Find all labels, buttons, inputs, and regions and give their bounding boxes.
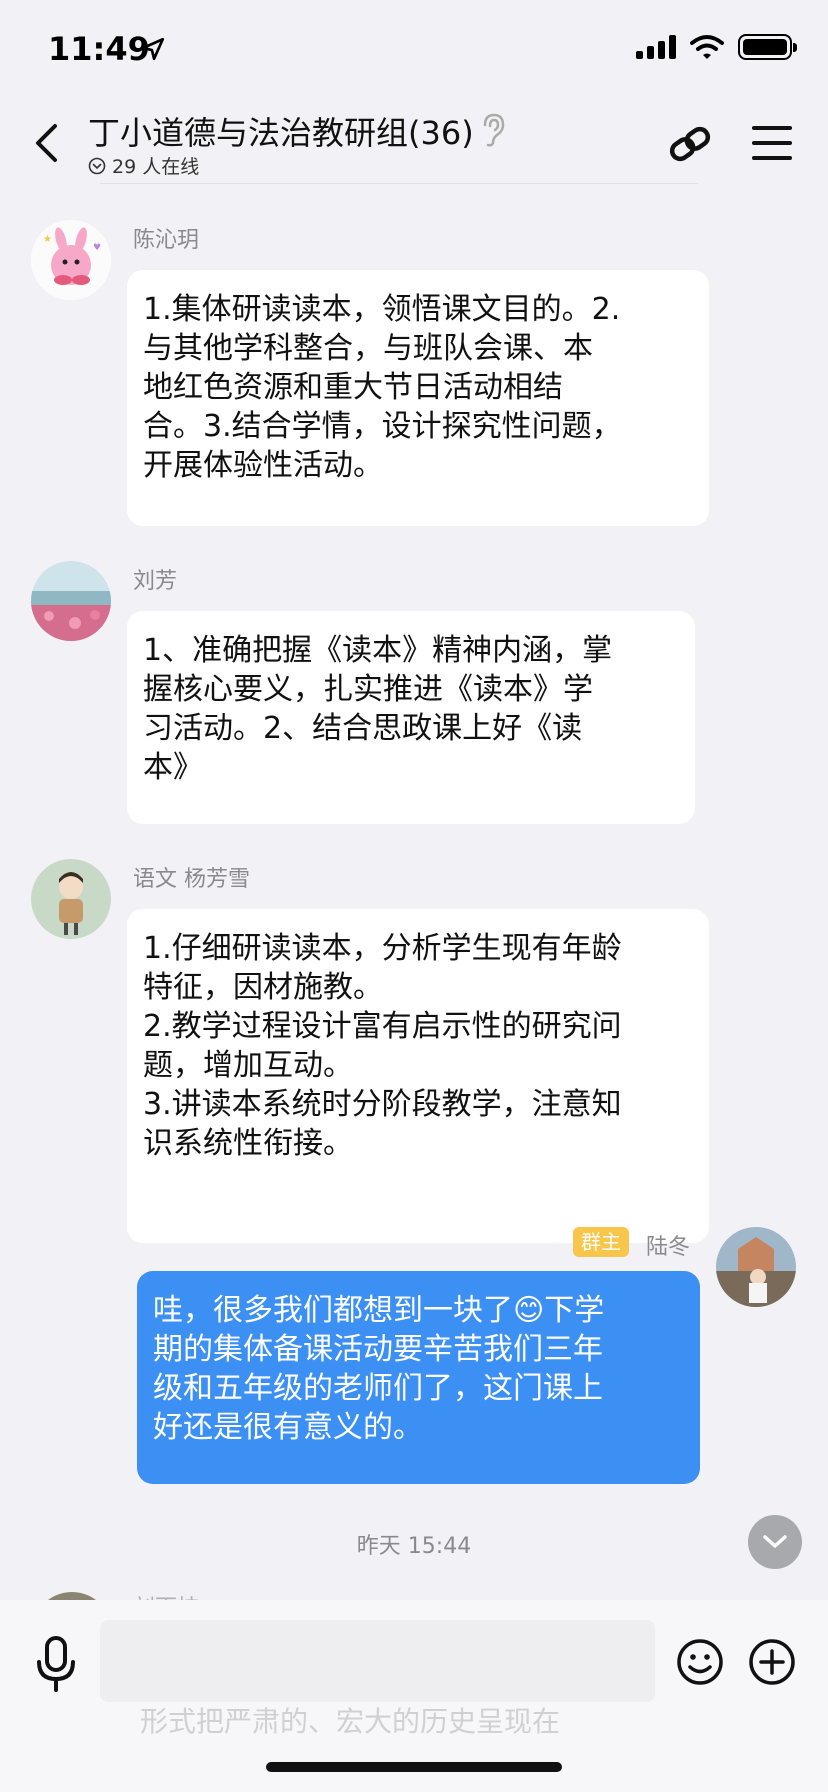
link-icon [669, 126, 711, 162]
message-input[interactable] [100, 1620, 655, 1702]
chat-header: 丁小道德与法治教研组(36) 29 人在线 [0, 100, 828, 188]
smile-emoji: 😊 [513, 1293, 545, 1328]
sender-name[interactable]: 语文 杨芳雪 [133, 861, 250, 893]
avatar[interactable]: ★ ♥ [31, 220, 111, 300]
microphone-icon[interactable] [34, 1634, 78, 1694]
chevron-down-icon [763, 1535, 787, 1548]
smile-icon[interactable] [676, 1638, 724, 1686]
status-indicators [636, 34, 797, 60]
chevron-down-circle-icon [88, 157, 106, 174]
svg-text:♥: ♥ [93, 243, 101, 253]
message-bubble[interactable]: 1.仔细研读读本，分析学生现有年龄 特征，因材施教。 2.教学过程设计富有启示性… [127, 909, 709, 1243]
avatar[interactable] [31, 561, 111, 641]
status-bar: 11:49 [0, 0, 828, 100]
avatar[interactable] [31, 859, 111, 939]
group-owner-badge: 群主 [573, 1227, 629, 1257]
avatar[interactable] [716, 1227, 796, 1307]
menu-icon [752, 126, 792, 130]
home-indicator [266, 1762, 562, 1772]
cell-signal-icon [636, 35, 676, 59]
plus-circle-icon[interactable] [748, 1638, 796, 1686]
online-status[interactable]: 29 人在线 [88, 152, 199, 179]
menu-button[interactable] [752, 120, 792, 166]
location-arrow-icon [141, 37, 165, 61]
message-bubble[interactable]: 哇，很多我们都想到一块了😊下学 期的集体备课活动要辛苦我们三年 级和五年级的老师… [137, 1271, 700, 1484]
ear-icon[interactable] [478, 112, 508, 148]
svg-text:★: ★ [43, 234, 52, 245]
group-link-button[interactable] [662, 116, 718, 172]
message-bubble[interactable]: 1.集体研读读本，领悟课文目的。2. 与其他学科整合，与班队会课、本 地红色资源… [127, 270, 709, 526]
chevron-left-icon [36, 124, 57, 162]
battery-icon [738, 34, 797, 60]
message-text: 哇，很多我们都想到一块了 [153, 1293, 513, 1328]
status-time: 11:49 [48, 30, 150, 68]
back-button[interactable] [24, 116, 68, 170]
message-bubble[interactable]: 1、准确把握《读本》精神内涵，掌 握核心要义，扎实推进《读本》学 习活动。2、结… [127, 611, 695, 824]
timestamp: 昨天 15:44 [356, 1534, 472, 1559]
sender-name[interactable]: 陆冬 [646, 1229, 690, 1261]
online-count: 29 人在线 [112, 156, 200, 178]
header-divider [100, 183, 698, 184]
sender-name[interactable]: 陈沁玥 [133, 222, 199, 254]
scroll-to-bottom-button[interactable] [748, 1515, 802, 1569]
wifi-icon [690, 35, 724, 59]
group-title[interactable]: 丁小道德与法治教研组(36) [88, 108, 474, 154]
sender-name[interactable]: 刘芳 [133, 563, 177, 595]
message-preview-text: 形式把严肃的、宏大的历史呈现在 [140, 1705, 561, 1738]
